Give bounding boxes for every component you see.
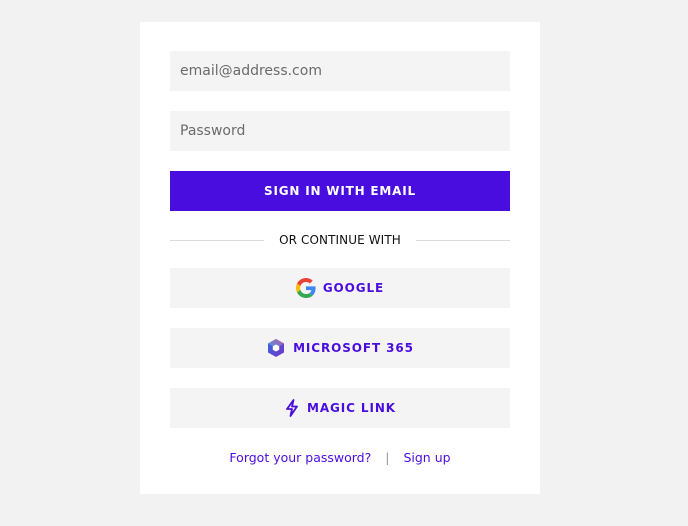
footer-links: Forgot your password? | Sign up <box>170 447 510 467</box>
microsoft-365-icon <box>266 338 286 358</box>
sign-in-with-email-button[interactable]: SIGN IN WITH EMAIL <box>170 171 510 211</box>
divider-label: OR CONTINUE WITH <box>279 233 401 247</box>
magic-link-button-label: MAGIC LINK <box>307 401 396 415</box>
footer-separator: | <box>385 449 390 465</box>
email-field[interactable] <box>170 51 510 91</box>
magic-link-button[interactable]: MAGIC LINK <box>170 388 510 428</box>
microsoft-365-button[interactable]: MICROSOFT 365 <box>170 328 510 368</box>
login-card: SIGN IN WITH EMAIL OR CONTINUE WITH GOOG… <box>140 22 540 494</box>
microsoft-365-button-label: MICROSOFT 365 <box>293 341 414 355</box>
divider-line-right <box>416 239 510 241</box>
lightning-icon <box>284 399 300 417</box>
google-icon <box>295 278 316 298</box>
password-field[interactable] <box>170 111 510 151</box>
divider-line-left <box>170 239 264 241</box>
google-button[interactable]: GOOGLE <box>170 268 510 308</box>
forgot-password-link[interactable]: Forgot your password? <box>229 450 371 465</box>
google-button-label: GOOGLE <box>322 281 385 295</box>
sign-up-link[interactable]: Sign up <box>403 450 450 465</box>
divider: OR CONTINUE WITH <box>170 230 510 250</box>
